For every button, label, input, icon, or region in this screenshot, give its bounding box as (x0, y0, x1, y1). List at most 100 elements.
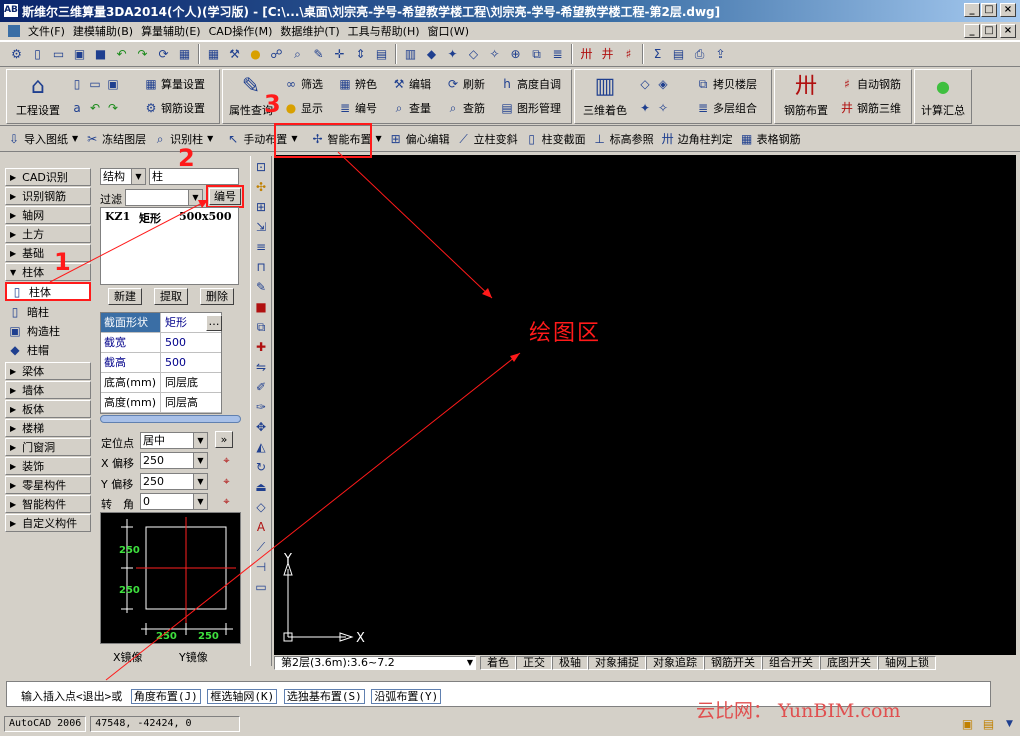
xyz-icon[interactable]: ✚ (252, 337, 270, 356)
change-section-button[interactable]: ▯ 柱变截面 (524, 131, 585, 147)
table-rebar-button[interactable]: ▦ 表格钢筋 (739, 131, 801, 147)
table-row[interactable]: 截宽 500 (101, 333, 221, 353)
option-angle-layout[interactable]: 角度布置(J) (130, 689, 201, 704)
line-icon[interactable]: ⟋ (252, 537, 270, 556)
option-foundation-layout[interactable]: 选独基布置(S) (283, 689, 365, 704)
table-row[interactable]: 截高 500 (101, 353, 221, 373)
mdi-close-button[interactable]: × (1000, 24, 1016, 38)
mirror-icon[interactable]: ⇋ (252, 357, 270, 376)
edit-button[interactable]: ⚒ 编辑 (391, 74, 431, 94)
auto-height-button[interactable]: h 高度自调 (499, 74, 561, 94)
distinguish-color-button[interactable]: ▦ 辨色 (337, 74, 377, 94)
rebar-icon[interactable]: ☍ (267, 45, 286, 64)
prop-value[interactable]: 同层底 (161, 373, 221, 392)
sidebar-item-column[interactable]: ▯ 柱体 (5, 282, 91, 301)
toggle-osnap[interactable]: 对象捕捉 (588, 655, 646, 670)
brush-icon[interactable]: ✦ (637, 100, 653, 116)
mdi-restore-button[interactable]: □ (981, 24, 997, 38)
rotate-input[interactable]: 0 ▼ (140, 493, 208, 510)
menu-modeling[interactable]: 建模辅助(B) (73, 23, 133, 39)
box-icon[interactable]: ◈ (655, 76, 671, 92)
category-axis-grid[interactable]: ▶ 轴网 (5, 206, 91, 224)
diamond-icon[interactable]: ◇ (252, 497, 270, 516)
category-cad-recognize[interactable]: ▶ CAD识别 (5, 168, 91, 186)
lock-settings-icon[interactable]: ▤ (979, 715, 998, 734)
undo-icon[interactable]: ↶ (87, 100, 103, 116)
report-icon[interactable]: ▤ (669, 45, 688, 64)
mdi-minimize-button[interactable]: _ (964, 24, 980, 38)
menu-quantity[interactable]: 算量辅助(E) (141, 23, 201, 39)
toggle-otrack[interactable]: 对象追踪 (646, 655, 704, 670)
crosshair-icon[interactable]: ✛ (330, 45, 349, 64)
align-icon[interactable]: ≡ (252, 237, 270, 256)
category-decoration[interactable]: ▶ 装饰 (5, 457, 91, 475)
sidebar-item-hidden-column[interactable]: ▯ 暗柱 (5, 302, 91, 321)
menu-file[interactable]: 文件(F) (28, 23, 65, 39)
table-row[interactable]: 截面形状 矩形 (101, 313, 221, 333)
dropdown-arrow-icon[interactable]: ▼ (375, 134, 381, 143)
layers-icon[interactable]: ≣ (548, 45, 567, 64)
expand-options-button[interactable]: » (215, 431, 233, 448)
settings-icon[interactable]: ⚙ (7, 45, 26, 64)
xy-icon[interactable]: ✣ (252, 177, 270, 196)
offset-icon[interactable]: ⇲ (252, 217, 270, 236)
more-button[interactable]: … (206, 315, 222, 331)
axis-icon[interactable]: ✧ (655, 100, 671, 116)
lock-icon[interactable]: ▣ (958, 715, 977, 734)
option-box-select-axis[interactable]: 框选轴网(K) (207, 689, 278, 704)
zoom-icon[interactable]: ⊕ (506, 45, 525, 64)
new-button[interactable]: 新建 (108, 288, 142, 305)
search-icon[interactable]: ⌕ (288, 45, 307, 64)
category-custom[interactable]: ▶ 自定义构件 (5, 514, 91, 532)
pick-y-icon[interactable]: ⌖ (217, 472, 236, 491)
category-slab[interactable]: ▶ 板体 (5, 400, 91, 418)
x-offset-input[interactable]: 250 ▼ (140, 452, 208, 469)
export-icon[interactable]: ⇪ (711, 45, 730, 64)
recognize-column-button[interactable]: ⌕ 识别柱 ▼ (152, 131, 214, 147)
auto-rebar-icon[interactable]: ♯ (619, 45, 638, 64)
redo-icon[interactable]: ↷ (133, 45, 152, 64)
print-icon[interactable]: ⎙ (690, 45, 709, 64)
transform-icon[interactable]: ✧ (485, 45, 504, 64)
sidebar-item-construct-column[interactable]: ▣ 构造柱 (5, 321, 91, 340)
drawing-canvas[interactable]: 绘图区 Y X (274, 155, 1016, 655)
pan-icon[interactable]: ✥ (252, 417, 270, 436)
new-icon[interactable]: ▯ (69, 76, 85, 92)
dropdown-arrow-icon[interactable]: ▼ (291, 134, 297, 143)
struct-sub-select[interactable]: 柱 (149, 168, 239, 185)
category-misc[interactable]: ▶ 零星构件 (5, 476, 91, 494)
smart-layout-button[interactable]: ✢ 智能布置 ▼ (309, 131, 381, 147)
close-button[interactable]: × (1000, 3, 1016, 17)
category-column[interactable]: ▼ 柱体 (5, 263, 91, 281)
save-icon[interactable]: ▣ (105, 76, 121, 92)
table-row[interactable]: 底高(mm) 同层底 (101, 373, 221, 393)
number-button[interactable]: ≣ 编号 (337, 98, 377, 118)
option-arc-layout[interactable]: 沿弧布置(Y) (371, 689, 442, 704)
undo-icon[interactable]: ↶ (112, 45, 131, 64)
project-settings-button[interactable]: ⌂ 工程设置 (9, 72, 67, 118)
property-query-button[interactable]: ✎ 属性查询 (225, 72, 277, 118)
refresh-icon[interactable]: ⟳ (154, 45, 173, 64)
category-wall[interactable]: ▶ 墙体 (5, 381, 91, 399)
move-icon[interactable]: ⊞ (252, 197, 270, 216)
toggle-axis-lock[interactable]: 轴网上锁 (878, 655, 936, 670)
eraser-icon[interactable]: ■ (252, 297, 270, 316)
number-edit-button[interactable]: 编号 (206, 185, 244, 208)
rotate-icon[interactable]: ↻ (252, 457, 270, 476)
rebar-3d-button[interactable]: 井钢筋三维 (839, 98, 901, 118)
toggle-underlay[interactable]: 底图开关 (820, 655, 878, 670)
toggle-ortho[interactable]: 正交 (516, 655, 552, 670)
open-folder-icon[interactable]: ▭ (49, 45, 68, 64)
save-icon[interactable]: ▣ (70, 45, 89, 64)
import-drawing-button[interactable]: ⇩ 导入图纸 ▼ (6, 131, 78, 147)
rebar-layout-icon[interactable]: 卅 (577, 45, 596, 64)
rebar-settings-button[interactable]: ⚙ 钢筋设置 (143, 98, 205, 118)
manual-layout-button[interactable]: ↖ 手动布置 ▼ (225, 131, 297, 147)
maximize-button[interactable]: □ (981, 3, 997, 17)
corner-column-button[interactable]: 卅边角柱判定 (660, 131, 733, 147)
pick-x-icon[interactable]: ⌖ (217, 451, 236, 470)
chevron-down-icon[interactable]: ▼ (1000, 715, 1019, 734)
menu-cad[interactable]: CAD操作(M) (209, 23, 273, 39)
rectangle-icon[interactable]: ▭ (252, 577, 270, 596)
new-file-icon[interactable]: ▯ (28, 45, 47, 64)
